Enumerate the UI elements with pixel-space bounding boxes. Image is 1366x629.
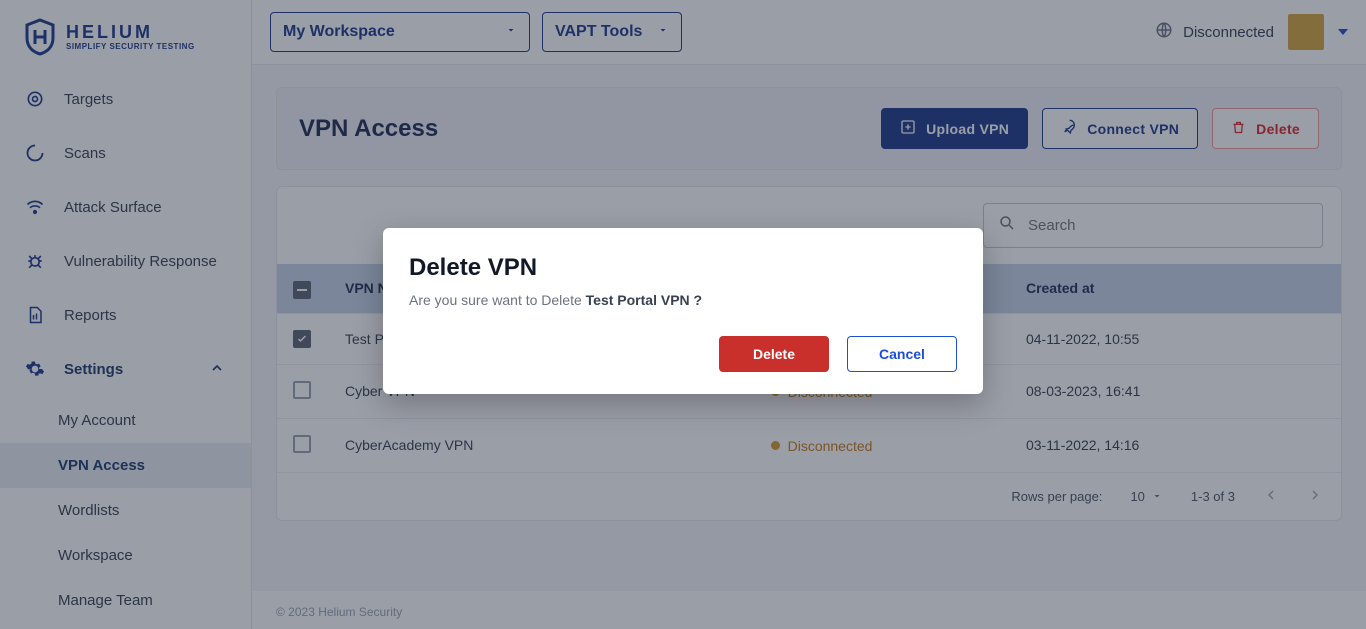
modal-delete-button[interactable]: Delete (719, 336, 829, 372)
modal-message: Are you sure want to Delete Test Portal … (409, 292, 957, 308)
modal-cancel-button[interactable]: Cancel (847, 336, 957, 372)
modal-title: Delete VPN (409, 254, 957, 282)
app-root: HELIUM SIMPLIFY SECURITY TESTING Targets… (0, 0, 1366, 629)
modal-question-prefix: Are you sure want to Delete (409, 292, 586, 308)
modal-actions: Delete Cancel (409, 336, 957, 372)
modal-target-name: Test Portal VPN ? (586, 292, 702, 308)
delete-vpn-modal: Delete VPN Are you sure want to Delete T… (383, 228, 983, 394)
